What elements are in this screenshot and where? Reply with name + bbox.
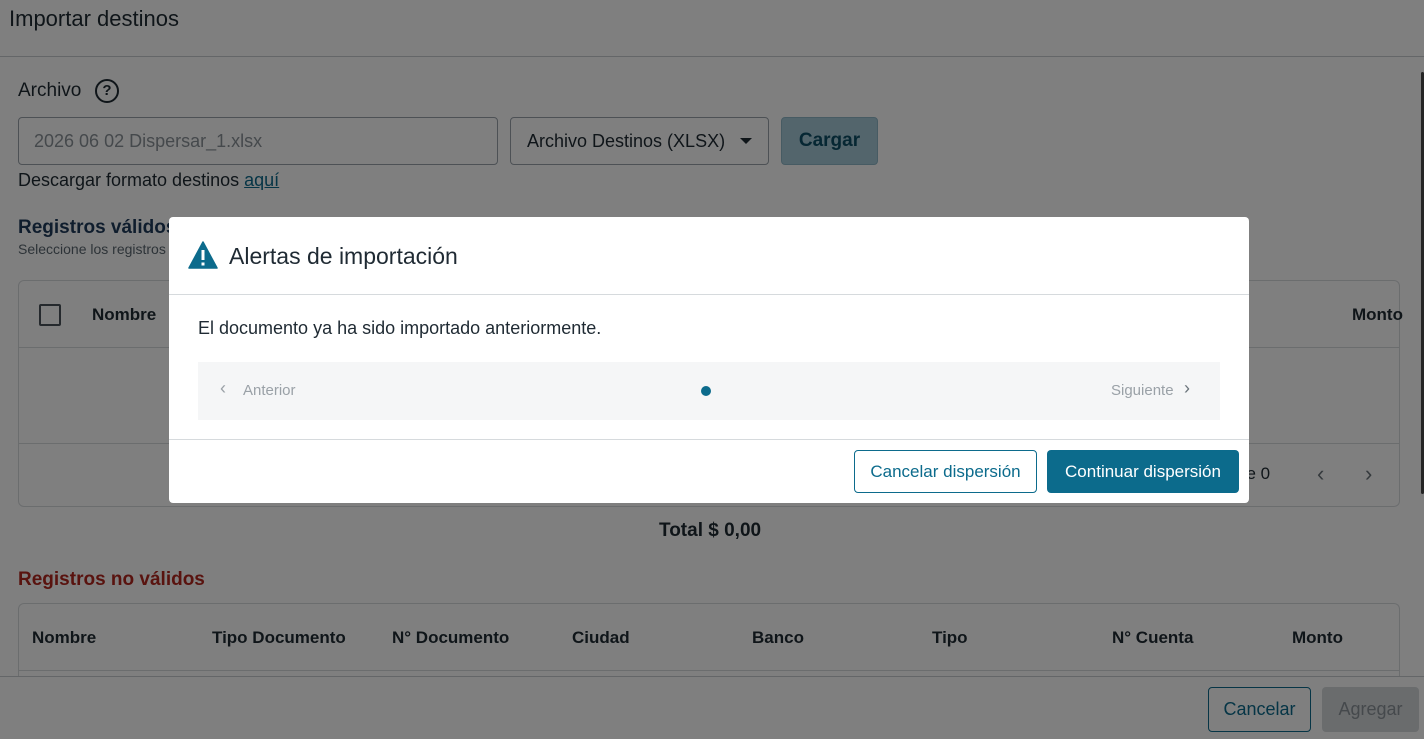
carousel-indicator-dot[interactable] [701, 386, 711, 396]
carousel-next-button[interactable]: Siguiente [1111, 382, 1174, 399]
alerts-carousel: ‹ Anterior Siguiente › [198, 362, 1220, 420]
continue-dispersion-button[interactable]: Continuar dispersión [1047, 450, 1239, 493]
import-alerts-modal: Alertas de importación El documento ya h… [169, 217, 1249, 503]
modal-message: El documento ya ha sido importado anteri… [198, 318, 602, 338]
chevron-right-icon[interactable]: › [1184, 378, 1190, 399]
modal-header: Alertas de importación [169, 217, 1249, 295]
chevron-left-icon[interactable]: ‹ [220, 378, 226, 399]
modal-footer-divider [169, 439, 1249, 440]
modal-title: Alertas de importación [229, 243, 458, 269]
cancel-dispersion-button[interactable]: Cancelar dispersión [854, 450, 1037, 493]
carousel-previous-button[interactable]: Anterior [243, 382, 296, 399]
warning-triangle-icon [188, 241, 218, 269]
